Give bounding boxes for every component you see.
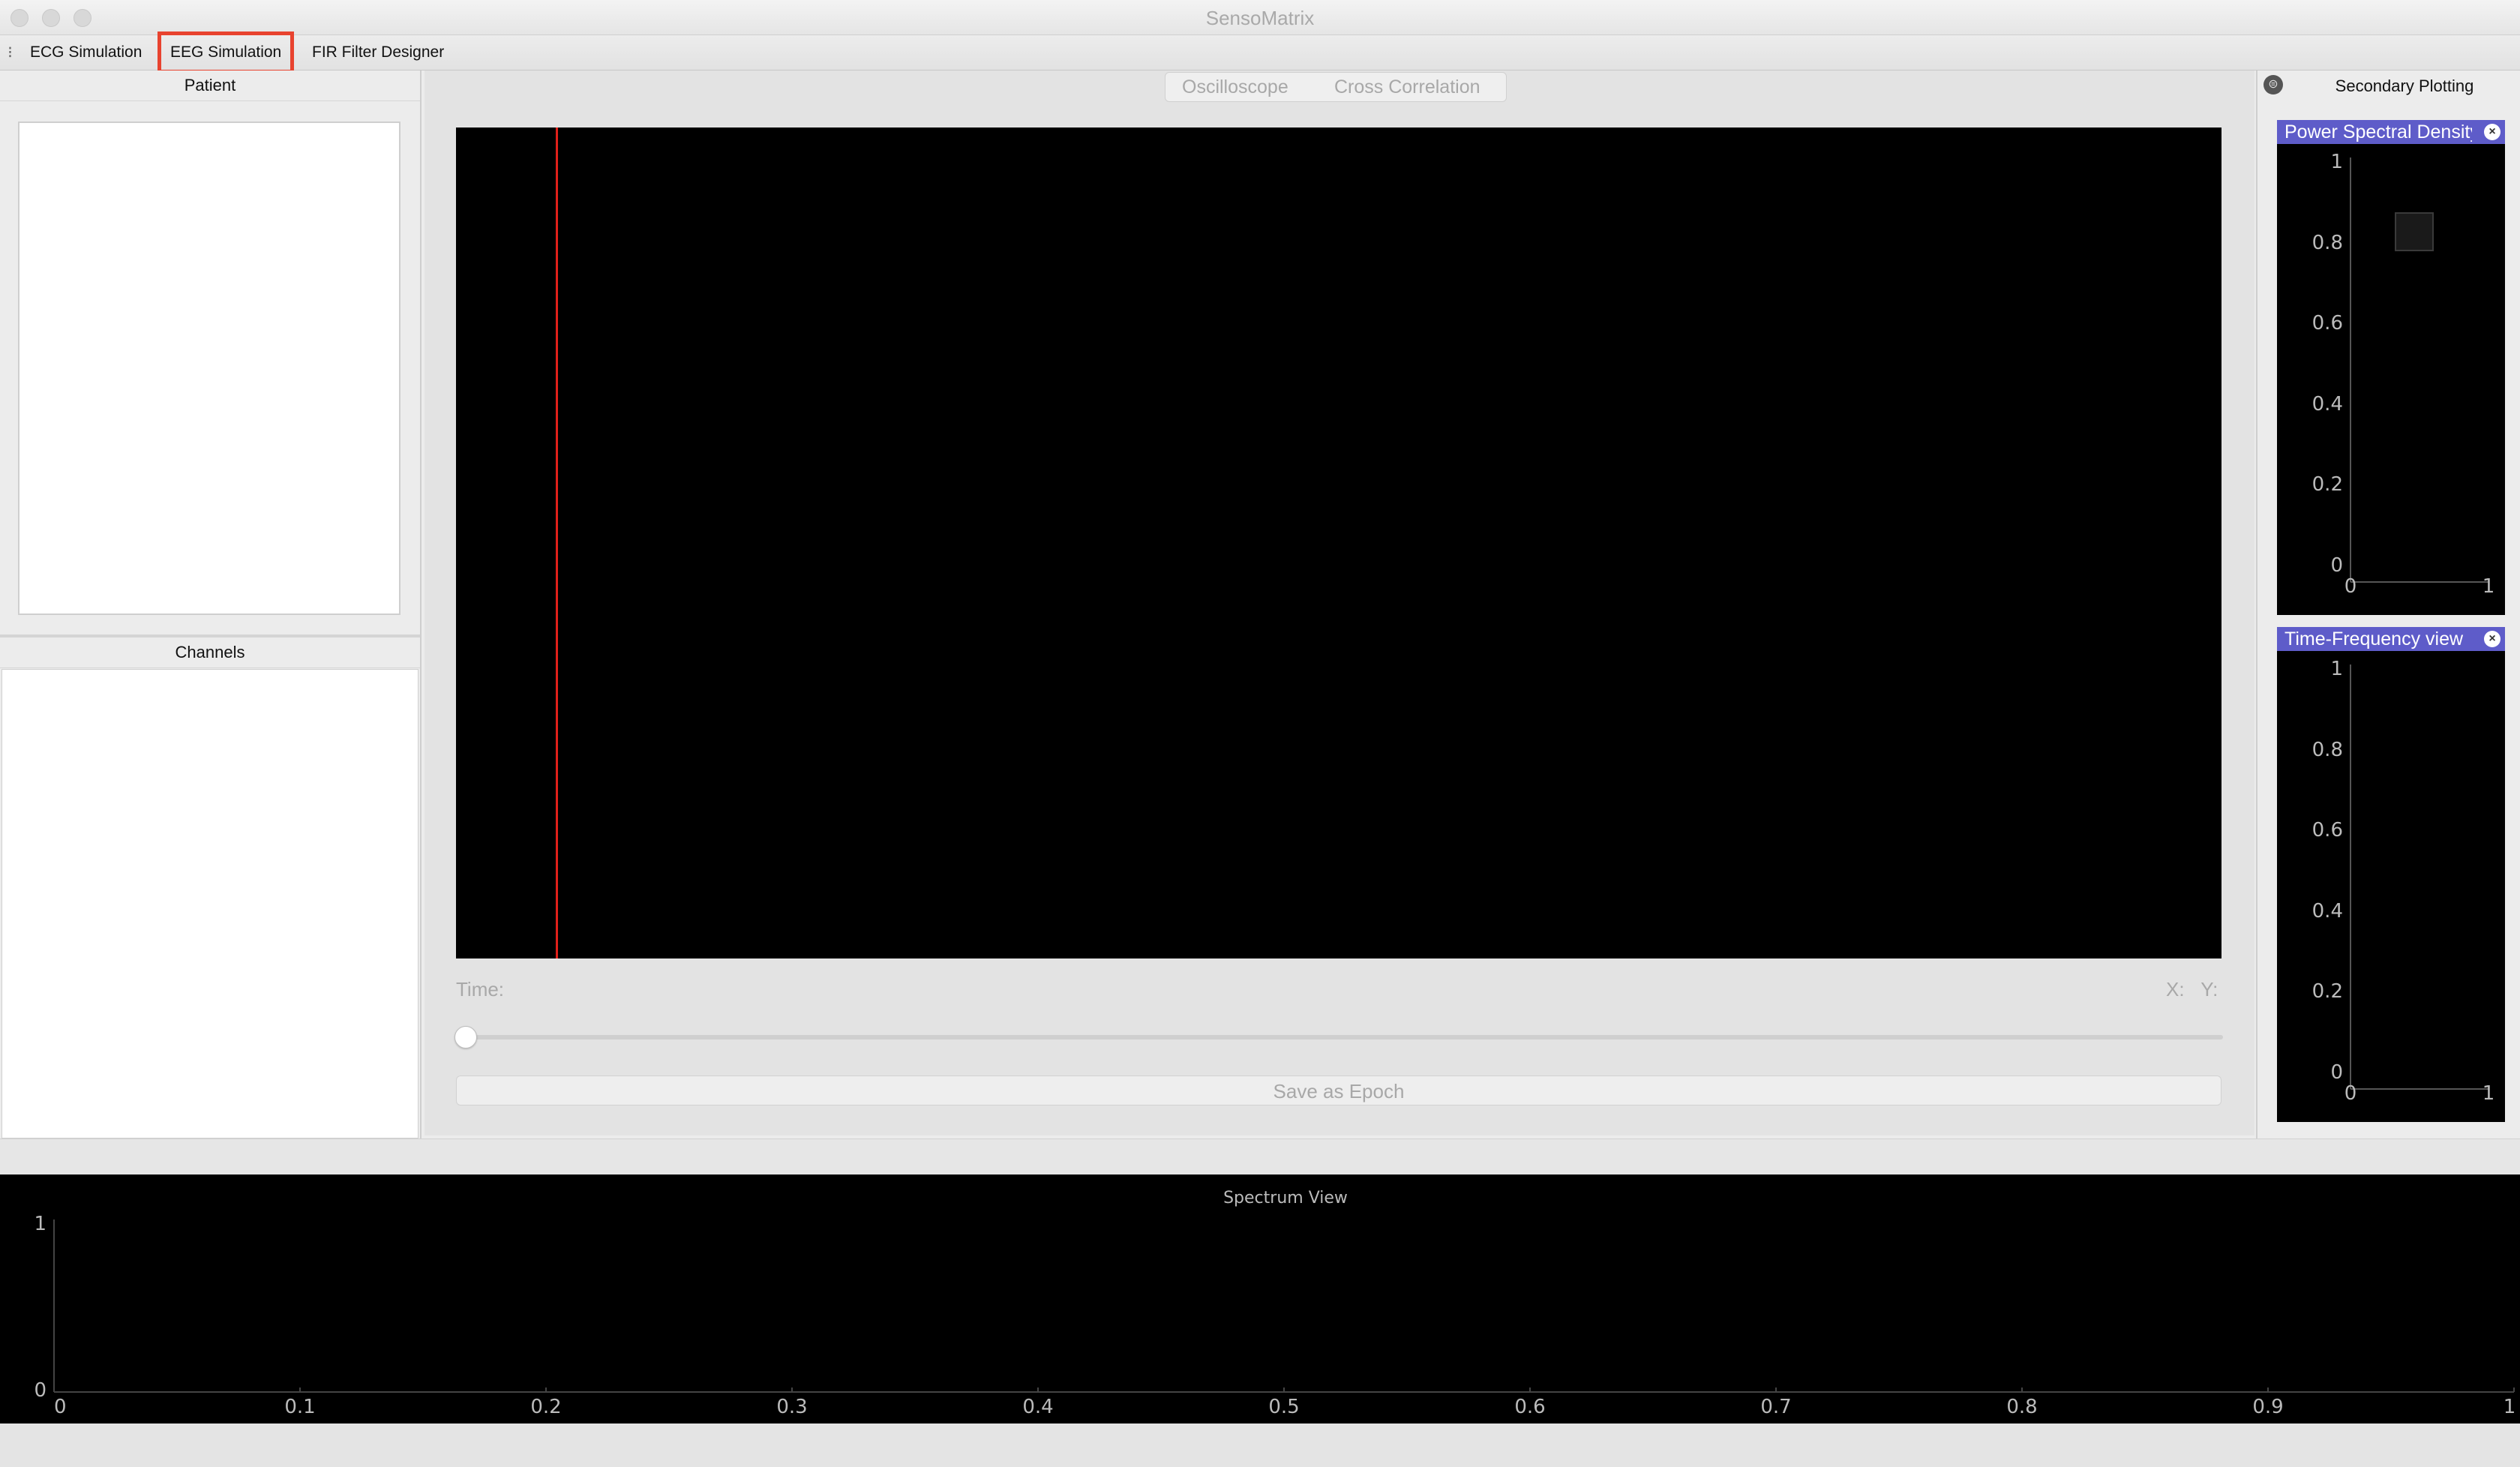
bottom-splitter[interactable] (0, 1138, 2520, 1175)
spectrum-view[interactable]: Spectrum View 1 0 0 0.1 0.2 0.3 0.4 0.5 0.6 0.7… (0, 1174, 2520, 1424)
psd-x-tick: 0 (2344, 575, 2357, 598)
view-segmented-control: Oscilloscope Cross Correlation (1165, 72, 1507, 102)
x-readout-label: X: (2166, 978, 2185, 1000)
psd-plot-panel[interactable]: Power Spectral Density × 1 0.8 0.6 0.4 0… (2277, 120, 2505, 615)
tab-oscilloscope[interactable]: Oscilloscope (1182, 73, 1288, 101)
app-window: SensoMatrix ⁝ ECG Simulation EEG Simulat… (0, 0, 2520, 1467)
toolbar-grip-icon[interactable]: ⁝ (8, 43, 13, 62)
xy-readout: X: Y: (2166, 978, 2218, 1001)
time-slider-handle[interactable] (454, 1026, 477, 1048)
psd-axes: 1 0.8 0.6 0.4 0.2 0 0 1 (2312, 151, 2495, 598)
psd-y-tick: 0.6 (2312, 312, 2343, 334)
channels-list[interactable] (2, 669, 418, 1138)
tf-x-tick: 0 (2344, 1082, 2357, 1105)
time-cursor-line[interactable] (556, 128, 558, 958)
spectrum-x-tick: 0.2 (530, 1396, 561, 1418)
tf-y-tick: 0.6 (2312, 819, 2343, 842)
spectrum-x-tick: 0.8 (2006, 1396, 2037, 1418)
oscilloscope-plot[interactable] (456, 128, 2222, 958)
channels-header: Channels (0, 638, 420, 668)
tab-bar: ⁝ ECG Simulation EEG Simulation FIR Filt… (0, 32, 2520, 74)
psd-y-tick: 1 (2330, 151, 2343, 173)
tab-eeg-simulation[interactable]: EEG Simulation (158, 32, 295, 74)
window-title: SensoMatrix (1205, 7, 1315, 29)
tab-fir-filter-designer[interactable]: FIR Filter Designer (312, 35, 444, 70)
spectrum-x-tick: 0.7 (1760, 1396, 1791, 1418)
y-readout-label: Y: (2200, 978, 2218, 1000)
spectrum-y-tick: 0 (34, 1379, 46, 1402)
title-bar: SensoMatrix (0, 0, 2520, 35)
left-panel: Patient Channels (0, 70, 422, 1138)
psd-legend-box (2395, 212, 2434, 251)
secondary-plotting-title: Secondary Plotting (2335, 76, 2474, 95)
spectrum-x-tick: 0.3 (776, 1396, 807, 1418)
time-label: Time: (456, 978, 505, 1000)
save-as-epoch-button[interactable]: Save as Epoch (456, 1076, 2222, 1106)
tf-axes: 1 0.8 0.6 0.4 0.2 0 0 1 (2312, 658, 2495, 1105)
spectrum-x-tick: 0.9 (2252, 1396, 2283, 1418)
spectrum-x-tick: 0 (54, 1396, 67, 1418)
status-bar (0, 1424, 2520, 1467)
tf-y-tick: 0.2 (2312, 980, 2343, 1003)
spectrum-x-tick: 0.5 (1268, 1396, 1299, 1418)
tf-y-tick: 0.4 (2312, 900, 2343, 922)
spectrum-x-tick: 1 (2504, 1396, 2516, 1418)
patient-list[interactable] (18, 122, 400, 615)
spectrum-axes: Spectrum View 1 0 0 0.1 0.2 0.3 0.4 0.5 0.6 0.7… (34, 1189, 2516, 1418)
tab-cross-correlation[interactable]: Cross Correlation (1334, 73, 1480, 101)
tf-y-tick: 0.8 (2312, 739, 2343, 761)
psd-x-tick: 1 (2482, 575, 2495, 598)
tf-y-tick: 1 (2330, 658, 2343, 680)
patient-header: Patient (0, 70, 420, 101)
spectrum-title: Spectrum View (1223, 1189, 1348, 1208)
dock-float-icon[interactable]: ⊜ (2264, 75, 2283, 94)
spectrum-y-tick: 1 (34, 1213, 46, 1235)
time-frequency-plot-panel[interactable]: Time-Frequency view × 1 0.8 0.6 0.4 0.2 … (2277, 627, 2505, 1122)
tab-ecg-simulation[interactable]: ECG Simulation (30, 35, 142, 70)
spectrum-x-tick: 0.1 (284, 1396, 315, 1418)
psd-y-tick: 0.2 (2312, 473, 2343, 496)
psd-y-tick: 0.4 (2312, 393, 2343, 416)
psd-y-tick: 0 (2330, 554, 2343, 577)
spectrum-x-tick: 0.6 (1514, 1396, 1545, 1418)
spectrum-x-tick: 0.4 (1022, 1396, 1053, 1418)
secondary-plotting-dock: ⊜ Secondary Plotting Power Spectral Dens… (2256, 70, 2520, 1138)
time-slider-track[interactable] (459, 1035, 2223, 1040)
psd-y-tick: 0.8 (2312, 232, 2343, 254)
tf-x-tick: 1 (2482, 1082, 2495, 1105)
tf-y-tick: 0 (2330, 1061, 2343, 1084)
